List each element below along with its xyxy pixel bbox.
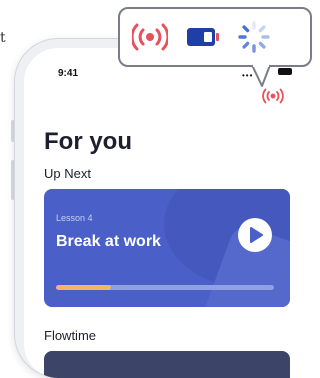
- play-icon: [250, 227, 263, 243]
- section-flowtime: Flowtime: [44, 328, 97, 343]
- phone-screen: 9:41 ••• For you Up Next Lesson 4 Break …: [24, 48, 320, 378]
- callout-pointer: [251, 64, 271, 87]
- broadcast-icon[interactable]: [262, 88, 284, 104]
- broadcast-icon: [132, 23, 168, 51]
- up-next-card[interactable]: Lesson 4 Break at work: [44, 189, 290, 307]
- loading-spinner-icon: [238, 21, 270, 53]
- lesson-title: Break at work: [56, 233, 161, 250]
- status-time: 9:41: [58, 68, 79, 79]
- battery-icon: [187, 28, 219, 46]
- lesson-progress-bar: [56, 285, 274, 290]
- page-title: For you: [44, 128, 132, 155]
- lesson-progress-fill: [56, 285, 111, 290]
- edge-text: t: [0, 30, 6, 46]
- play-button[interactable]: [238, 218, 272, 252]
- flowtime-card[interactable]: [44, 351, 290, 378]
- lesson-number: Lesson 4: [56, 213, 93, 223]
- battery-status-icon: [278, 68, 292, 75]
- section-up-next: Up Next: [44, 166, 91, 181]
- status-callout: [118, 7, 312, 67]
